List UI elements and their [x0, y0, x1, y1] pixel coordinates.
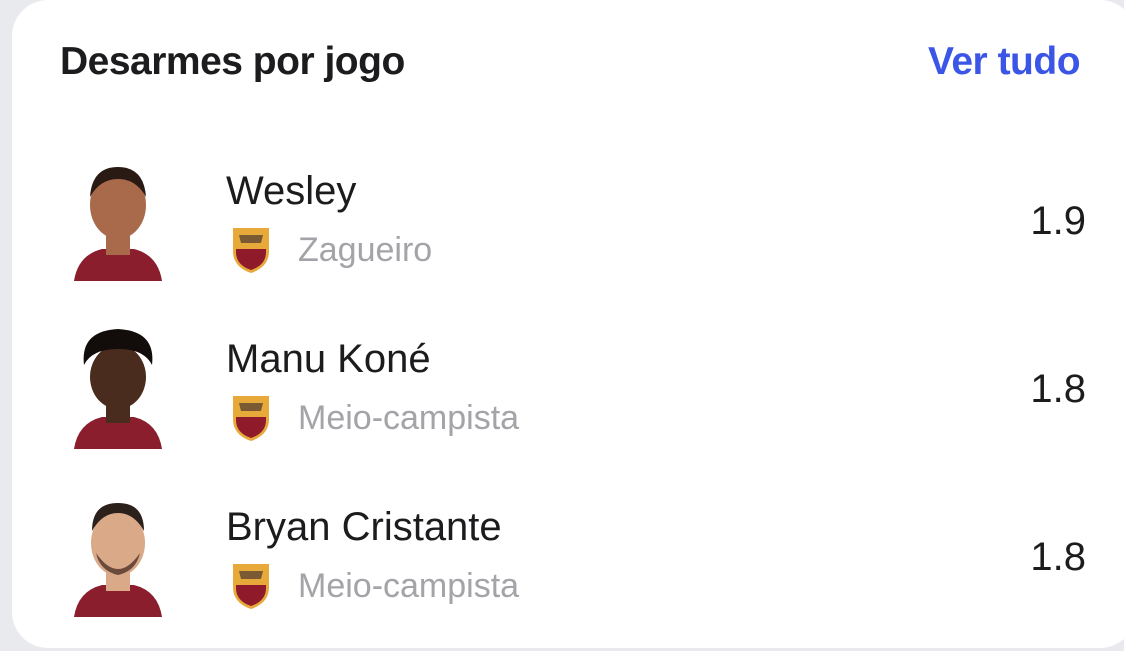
player-position: Meio-campista — [298, 399, 520, 437]
card-title: Desarmes por jogo — [60, 40, 405, 83]
player-row[interactable]: Wesley Zagueiro 1.9 — [12, 137, 1124, 305]
tackles-per-game-card: Desarmes por jogo Ver tudo Wesley Zaguei… — [12, 0, 1124, 648]
player-name: Manu Koné — [226, 337, 431, 381]
player-position: Zagueiro — [298, 231, 433, 269]
player-photo — [74, 503, 162, 617]
tackles-value: 1.8 — [1030, 535, 1086, 579]
player-row[interactable]: Bryan Cristante Meio-campista 1.8 — [12, 473, 1124, 641]
player-row[interactable]: Manu Koné Meio-campista 1.8 — [12, 305, 1124, 473]
tackles-value: 1.9 — [1030, 199, 1086, 243]
tackles-value: 1.8 — [1030, 367, 1086, 411]
as-roma-crest-icon — [233, 228, 269, 273]
player-position: Meio-campista — [298, 567, 520, 605]
see-all-link[interactable]: Ver tudo — [928, 40, 1081, 84]
player-name: Wesley — [226, 169, 357, 213]
player-name: Bryan Cristante — [226, 505, 502, 549]
as-roma-crest-icon — [233, 396, 269, 441]
player-photo — [74, 329, 162, 449]
card-header: Desarmes por jogo Ver tudo — [12, 0, 1124, 130]
player-photo — [74, 167, 162, 281]
as-roma-crest-icon — [233, 564, 269, 609]
